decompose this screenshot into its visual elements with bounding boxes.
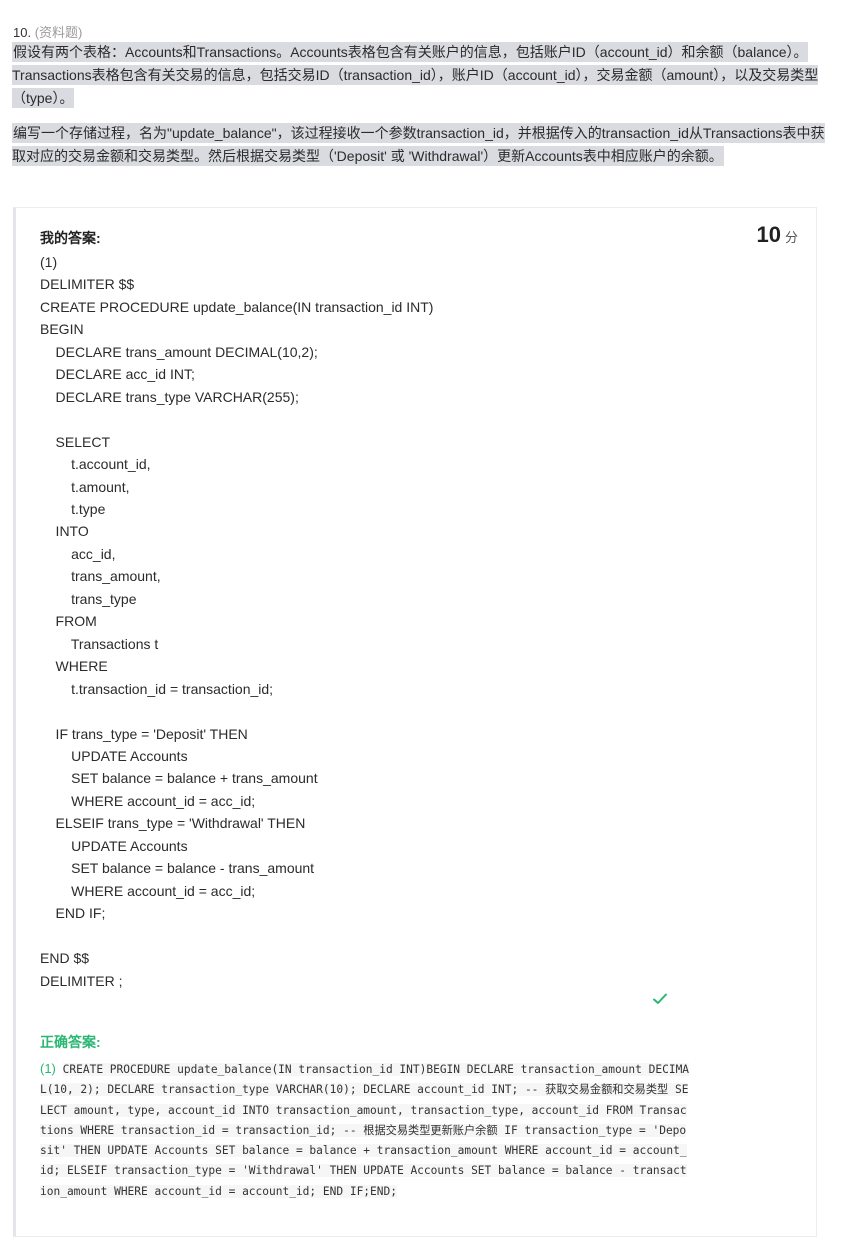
- question-number: 10.: [13, 25, 32, 40]
- prompt-2-text: 编写一个存储过程，名为"update_balance"，该过程接收一个参数tra…: [12, 123, 825, 166]
- correct-answer-index: (1): [40, 1061, 56, 1076]
- score-display: 10 分: [757, 222, 799, 248]
- correct-answer-block: (1) CREATE PROCEDURE update_balance(IN t…: [40, 1059, 690, 1202]
- check-icon: [652, 992, 668, 1006]
- score-unit: 分: [784, 230, 798, 245]
- answer-card: 我的答案: 10 分 (1) DELIMITER $$ CREATE PROCED…: [13, 207, 817, 1237]
- my-answer-label: 我的答案:: [40, 230, 101, 246]
- correct-answer-code: CREATE PROCEDURE update_balance(IN trans…: [40, 1063, 690, 1198]
- question-prompt-1: 假设有两个表格：Accounts和Transactions。Accounts表格…: [12, 41, 832, 110]
- question-type: (资料题): [34, 25, 83, 40]
- question-prompt-2: 编写一个存储过程，名为"update_balance"，该过程接收一个参数tra…: [12, 122, 832, 168]
- correct-answer-label: 正确答案:: [40, 1034, 101, 1050]
- score-value: 10: [756, 222, 781, 247]
- question-header: 10. (资料题): [13, 22, 82, 41]
- my-answer-text: (1) DELIMITER $$ CREATE PROCEDURE update…: [40, 254, 434, 989]
- prompt-1-text: 假设有两个表格：Accounts和Transactions。Accounts表格…: [12, 42, 819, 108]
